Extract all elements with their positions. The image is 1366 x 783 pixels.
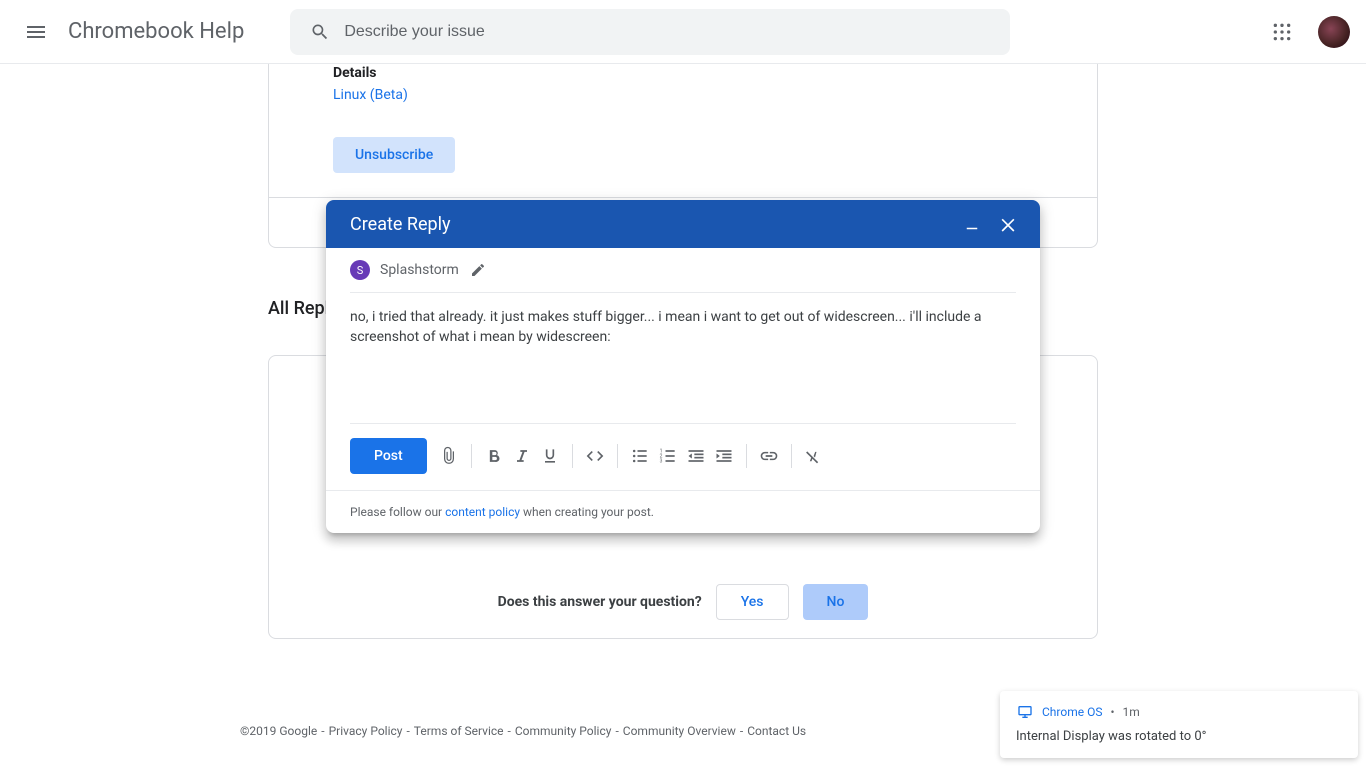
- author-name: Splashstorm: [380, 262, 459, 278]
- composer-title: Create Reply: [350, 214, 451, 235]
- unsubscribe-button[interactable]: Unsubscribe: [333, 137, 455, 173]
- numbered-list-button[interactable]: 123: [654, 438, 682, 474]
- toast-message: Internal Display was rotated to 0°: [1016, 729, 1342, 744]
- header-right-controls: [1262, 12, 1366, 52]
- clear-formatting-button[interactable]: [800, 438, 828, 474]
- footer-link-privacy[interactable]: Privacy Policy: [329, 724, 403, 738]
- bold-button[interactable]: [480, 438, 508, 474]
- page-footer: ©2019 Google - Privacy Policy - Terms of…: [120, 719, 1098, 783]
- footer-link-terms[interactable]: Terms of Service: [414, 724, 504, 738]
- google-apps-button[interactable]: [1262, 12, 1302, 52]
- search-input[interactable]: [332, 23, 1010, 41]
- brand-title: Chromebook Help: [68, 19, 244, 44]
- answer-no-button[interactable]: No: [803, 584, 869, 620]
- footer-link-community-overview[interactable]: Community Overview: [623, 724, 736, 738]
- composer-toolbar: Post 123: [350, 424, 1016, 490]
- footer-link-community-policy[interactable]: Community Policy: [515, 724, 612, 738]
- code-button[interactable]: [581, 438, 609, 474]
- outdent-button[interactable]: [682, 438, 710, 474]
- answer-prompt-bar: Does this answer your question? Yes No: [269, 584, 1097, 620]
- link-icon: [759, 446, 779, 466]
- post-button[interactable]: Post: [350, 438, 427, 474]
- italic-button[interactable]: [508, 438, 536, 474]
- code-icon: [585, 446, 605, 466]
- indent-button[interactable]: [710, 438, 738, 474]
- footer-copyright: ©2019 Google: [240, 724, 317, 738]
- numbered-list-icon: 123: [658, 446, 678, 466]
- create-reply-dialog: Create Reply S Splashstorm no, i tried t…: [326, 200, 1040, 533]
- composer-author-row: S Splashstorm: [350, 260, 1016, 293]
- search-icon: [308, 20, 332, 44]
- content-policy-link[interactable]: content policy: [445, 505, 520, 519]
- toast-separator: •: [1110, 705, 1114, 719]
- system-notification-toast[interactable]: Chrome OS • 1m Internal Display was rota…: [1000, 691, 1358, 758]
- close-icon: [998, 214, 1018, 234]
- composer-policy-note: Please follow our content policy when cr…: [326, 490, 1040, 533]
- answer-question-text: Does this answer your question?: [498, 594, 702, 610]
- monitor-icon: [1016, 703, 1034, 721]
- details-category-link[interactable]: Linux (Beta): [333, 87, 408, 103]
- paperclip-icon: [439, 446, 459, 466]
- minimize-button[interactable]: [954, 206, 990, 242]
- author-avatar: S: [350, 260, 370, 280]
- bullet-list-button[interactable]: [626, 438, 654, 474]
- bullet-list-icon: [630, 446, 650, 466]
- edit-name-button[interactable]: [469, 261, 487, 279]
- outdent-icon: [686, 446, 706, 466]
- minimize-icon: [963, 215, 981, 233]
- hamburger-icon: [24, 20, 48, 44]
- app-header: Chromebook Help: [0, 0, 1366, 64]
- underline-icon: [540, 446, 560, 466]
- composer-header: Create Reply: [326, 200, 1040, 248]
- search-bar[interactable]: [290, 9, 1010, 55]
- bold-icon: [484, 446, 504, 466]
- svg-text:3: 3: [659, 459, 662, 465]
- toast-app-name: Chrome OS: [1042, 705, 1102, 719]
- account-avatar[interactable]: [1318, 16, 1350, 48]
- footer-link-contact[interactable]: Contact Us: [747, 724, 806, 738]
- details-heading: Details: [333, 63, 1051, 81]
- link-button[interactable]: [755, 438, 783, 474]
- indent-icon: [714, 446, 734, 466]
- answer-yes-button[interactable]: Yes: [716, 584, 789, 620]
- apps-grid-icon: [1272, 22, 1292, 42]
- underline-button[interactable]: [536, 438, 564, 474]
- clear-formatting-icon: [804, 446, 824, 466]
- reply-editor[interactable]: no, i tried that already. it just makes …: [350, 293, 1016, 423]
- pencil-icon: [470, 262, 486, 278]
- attach-button[interactable]: [435, 438, 463, 474]
- italic-icon: [512, 446, 532, 466]
- main-menu-button[interactable]: [12, 8, 60, 56]
- toast-timestamp: 1m: [1123, 705, 1140, 719]
- close-button[interactable]: [990, 206, 1026, 242]
